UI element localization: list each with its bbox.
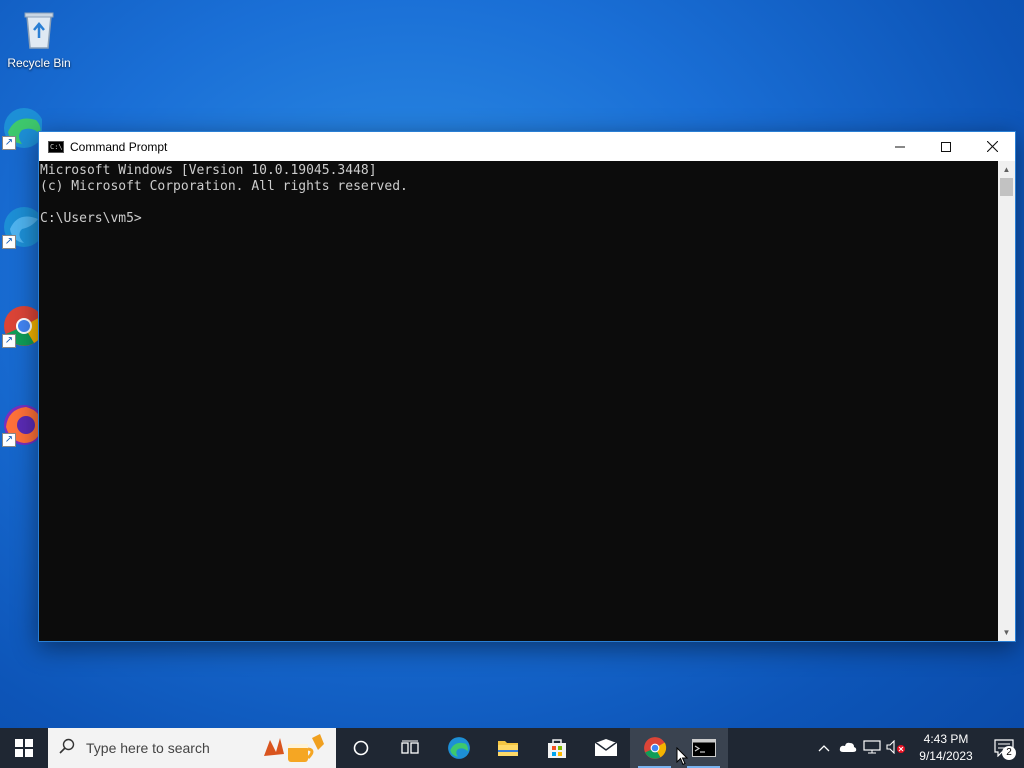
chrome-icon	[643, 737, 666, 759]
clock-time: 4:43 PM	[923, 732, 969, 746]
notification-count-badge: 2	[1002, 746, 1016, 760]
maximize-icon	[941, 141, 951, 152]
taskbar-file-explorer-button[interactable]	[483, 728, 532, 768]
taskbar-chrome-button[interactable]	[630, 728, 679, 768]
cmd-app-icon: C:\	[48, 140, 64, 153]
folder-icon	[497, 741, 518, 756]
network-icon[interactable]	[860, 739, 884, 757]
shortcut-arrow-icon: ↗	[2, 334, 16, 348]
taskbar-clock[interactable]: 4:43 PM 9/14/2023	[908, 731, 984, 765]
window-titlebar[interactable]: C:\ Command Prompt	[39, 132, 1015, 161]
onedrive-cloud-icon[interactable]	[836, 741, 860, 756]
minimize-icon	[895, 146, 905, 147]
taskbar-store-button[interactable]	[532, 728, 581, 768]
console-line: Microsoft Windows [Version 10.0.19045.34…	[40, 163, 377, 178]
shortcut-arrow-icon: ↗	[2, 136, 16, 150]
clock-date: 9/14/2023	[919, 749, 973, 763]
task-view-button[interactable]	[385, 728, 434, 768]
mouse-cursor-icon	[676, 747, 688, 766]
edge-icon: ↗	[2, 106, 42, 150]
desktop-icon-profile-edge[interactable]: ↗	[0, 205, 42, 253]
scrollbar-thumb[interactable]	[1000, 178, 1013, 196]
start-button[interactable]	[0, 728, 48, 768]
window-title: Command Prompt	[70, 139, 168, 154]
edge-icon	[447, 737, 470, 759]
cortana-circle-icon	[353, 740, 368, 756]
firefox-icon: ↗	[2, 403, 42, 447]
command-prompt-window[interactable]: C:\ Command Prompt Microsoft Windows [Ve…	[38, 131, 1016, 642]
recycle-bin-icon	[17, 8, 61, 52]
console-output[interactable]: Microsoft Windows [Version 10.0.19045.34…	[39, 161, 998, 641]
taskbar-search-box[interactable]: Type here to search	[48, 728, 336, 768]
taskbar: Type here to search 4:43 PM 9/14/2023 2	[0, 728, 1024, 768]
search-highlight-autumn-icon	[264, 734, 324, 762]
minimize-button[interactable]	[877, 132, 923, 161]
show-hidden-icons-chevron-icon[interactable]	[812, 741, 836, 755]
cortana-button[interactable]	[336, 728, 385, 768]
cmd-terminal-icon	[691, 739, 716, 757]
taskbar-mail-button[interactable]	[581, 728, 630, 768]
console-prompt-line: C:\Users\vm5>	[40, 211, 142, 226]
desktop-icon-google-chrome[interactable]: ↗	[0, 304, 42, 352]
store-bag-icon	[547, 739, 566, 758]
desktop-icon-label: Recycle Bin	[7, 56, 71, 70]
desktop-icon-firefox[interactable]: ↗	[0, 403, 42, 451]
close-icon	[986, 141, 998, 152]
volume-muted-icon[interactable]	[884, 739, 908, 757]
maximize-button[interactable]	[923, 132, 969, 161]
edge-profile-icon: ↗	[2, 205, 42, 249]
taskbar-edge-button[interactable]	[434, 728, 483, 768]
task-view-icon	[400, 740, 419, 754]
console-line: (c) Microsoft Corporation. All rights re…	[40, 179, 408, 194]
desktop-icon-microsoft-edge[interactable]: ↗	[0, 106, 42, 154]
search-icon	[48, 738, 86, 759]
mail-envelope-icon	[594, 739, 617, 756]
scroll-up-arrow-icon[interactable]: ▲	[998, 161, 1015, 178]
close-button[interactable]	[969, 132, 1015, 161]
shortcut-arrow-icon: ↗	[2, 433, 16, 447]
shortcut-arrow-icon: ↗	[2, 235, 16, 249]
vertical-scrollbar[interactable]: ▲ ▼	[998, 161, 1015, 641]
action-center-button[interactable]: 2	[984, 728, 1024, 768]
scroll-down-arrow-icon[interactable]: ▼	[998, 624, 1015, 641]
chrome-icon: ↗	[2, 304, 42, 348]
desktop-icon-recycle-bin[interactable]: Recycle Bin	[1, 8, 77, 70]
windows-logo-icon	[15, 739, 33, 757]
system-tray: 4:43 PM 9/14/2023 2	[812, 728, 1024, 768]
search-placeholder: Type here to search	[86, 740, 210, 756]
